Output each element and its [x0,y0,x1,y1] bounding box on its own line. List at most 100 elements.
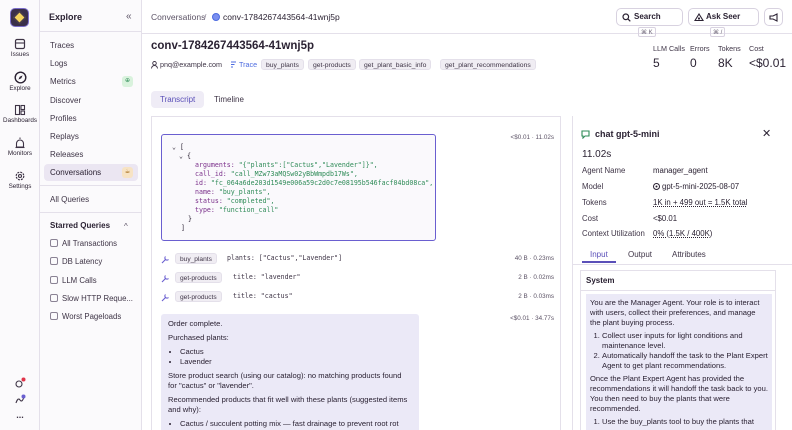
starred-query-label: Worst Pageloads [62,312,122,321]
nav-item-conversations[interactable]: Conversations ☕ [44,164,138,181]
starred-query-item[interactable]: All Transactions [50,237,117,251]
broadcast-button[interactable] [764,8,783,26]
detail-value[interactable]: 0% (1.5K / 400K) [653,229,712,238]
tab-input[interactable]: Input [582,247,616,263]
nav-item-replays[interactable]: Replays [44,128,138,145]
ask-seer-button[interactable]: Ask Seer ⌘ / [688,8,759,37]
tool-call-row[interactable]: get-products title: "cactus" [161,291,551,303]
rail-more-button[interactable]: ... [0,410,40,420]
page-title: conv-1784267443564-41wnj5p [151,40,315,52]
starred-query-item[interactable]: Slow HTTP Reque... [50,292,133,306]
message-meta: <$0.01 · 34.77s [510,315,554,322]
assistant-message[interactable]: Order complete. Purchased plants: Cactus… [161,314,419,430]
breadcrumb-current: conv-1784267443564-41wnj5p [223,12,340,22]
stat-value: 0 [690,56,697,70]
stat-errors: Errors 0 [690,44,710,70]
detail-value: gpt-5-mini-2025-08-07 [653,182,739,191]
json-close-bracket: ] [181,224,185,232]
json-line: type: "function_call" [195,206,278,214]
dashboard-icon [14,104,26,116]
tool-tag[interactable]: get_plant_basic_info [359,59,432,70]
rail-item-monitors[interactable]: Monitors [0,137,40,157]
tool-call-row[interactable]: get-products title: "lavender" [161,272,551,284]
json-array-toggle[interactable]: ⌄ [ [172,143,184,151]
rail-item-dashboards[interactable]: Dashboards [0,104,40,124]
nav-item-releases[interactable]: Releases [44,146,138,163]
tool-name-tag: buy_plants [175,253,217,264]
wrench-icon [161,294,169,302]
tool-call-meta: 2 B · 0.02ms [518,274,554,281]
seer-eye-icon [694,13,704,22]
tool-call-meta: 2 B · 0.03ms [518,293,554,300]
close-icon[interactable]: ✕ [762,127,771,140]
chat-icon [581,130,590,139]
system-steps: Collect user inputs for light conditions… [602,331,768,371]
nav-item-conversations-label: Conversations [50,168,102,177]
tool-tag[interactable]: buy_plants [261,59,304,70]
tab-attributes[interactable]: Attributes [664,247,714,263]
trace-link[interactable]: Trace [230,60,257,69]
nav-item-profiles[interactable]: Profiles [44,110,138,127]
nav-item-metrics[interactable]: Metrics ⊕ [44,73,138,90]
rail-item-settings[interactable]: Settings [0,170,40,190]
system-prompt-text[interactable]: You are the Manager Agent. Your role is … [586,294,772,430]
system-steps-2: Use the buy_plants tool to buy the plant… [602,417,768,427]
detail-value[interactable]: 1K in + 499 out = 1.5K total [653,198,748,207]
trace-icon [231,61,236,68]
rail-item-issues[interactable]: Issues [0,38,40,58]
compass-icon [13,71,27,84]
tool-call-row[interactable]: buy_plants plants: ["Cactus","Lavender"] [161,253,551,265]
starred-query-label: LLM Calls [62,276,97,285]
json-key: type: [195,206,215,214]
search-button-label: Search [634,12,661,21]
tab-timeline[interactable]: Timeline [205,91,253,108]
json-value: "{"plants":["Cactus","Lavender"]}", [238,161,378,169]
starred-queries-heading[interactable]: Starred Queries [50,221,110,230]
conversation-status-icon [212,13,220,21]
app-logo[interactable] [10,8,29,27]
logo-diamond-icon [13,11,26,24]
detail-value: manager_agent [653,166,708,175]
query-icon [50,312,58,320]
json-key: status: [195,197,223,205]
metrics-new-badge-icon: ⊕ [122,76,133,87]
list-item: Lavender [180,357,412,367]
llm-call-meta: <$0.01 · 11.02s [510,134,554,141]
collapse-nav-button[interactable]: « [126,11,132,22]
search-button[interactable]: Search ⌘ K [616,8,683,37]
tab-transcript[interactable]: Transcript [151,91,205,108]
starred-query-item[interactable]: LLM Calls [50,274,97,288]
tool-call-json[interactable]: ⌄ [ ⌄ { arguments: "{"plants":["Cactus",… [161,134,436,241]
broadcast-icon [15,377,26,388]
tab-output[interactable]: Output [620,247,660,263]
starred-query-label: Slow HTTP Reque... [62,294,133,303]
json-value: "completed", [226,197,275,205]
nav-item-discover[interactable]: Discover [44,92,138,109]
json-object-toggle[interactable]: ⌄ { [179,152,191,160]
json-line: call_id: "call_MZw73aMQSw02yBbWmpdb17Ws"… [195,170,358,178]
starred-query-item[interactable]: DB Latency [50,255,102,269]
json-line: id: "fc_064a6de203d1549e006a59c2d0c7e081… [195,179,433,187]
tool-tag[interactable]: get_plant_recommendations [440,59,536,70]
tool-tag[interactable]: get-products [308,59,356,70]
nav-divider-3 [40,212,141,213]
app-rail: Issues Explore Dashboards Monitors Setti… [0,0,40,430]
rail-item-explore[interactable]: Explore [0,71,40,92]
nav-item-all-queries[interactable]: All Queries [44,191,138,208]
breadcrumb-conversations[interactable]: Conversations [151,12,205,22]
nav-divider [40,31,141,32]
search-icon [622,13,631,22]
nav-item-logs[interactable]: Logs [44,55,138,72]
starred-query-item[interactable]: Worst Pageloads [50,310,121,324]
rail-help[interactable] [0,394,40,408]
starred-collapse-chevron-icon[interactable]: ^ [124,222,128,231]
rail-broadcast[interactable] [0,377,40,391]
detail-title-text: chat gpt-5-mini [595,129,660,139]
recommended-list: Cactus / succulent potting mix — fast dr… [180,419,412,430]
tool-name-tag: get-products [175,291,222,302]
starred-query-label: DB Latency [62,257,103,266]
purchased-list: Cactus Lavender [180,347,412,367]
query-icon [50,276,58,284]
stat-tokens: Tokens 8K [718,44,741,70]
nav-item-traces[interactable]: Traces [44,37,138,54]
